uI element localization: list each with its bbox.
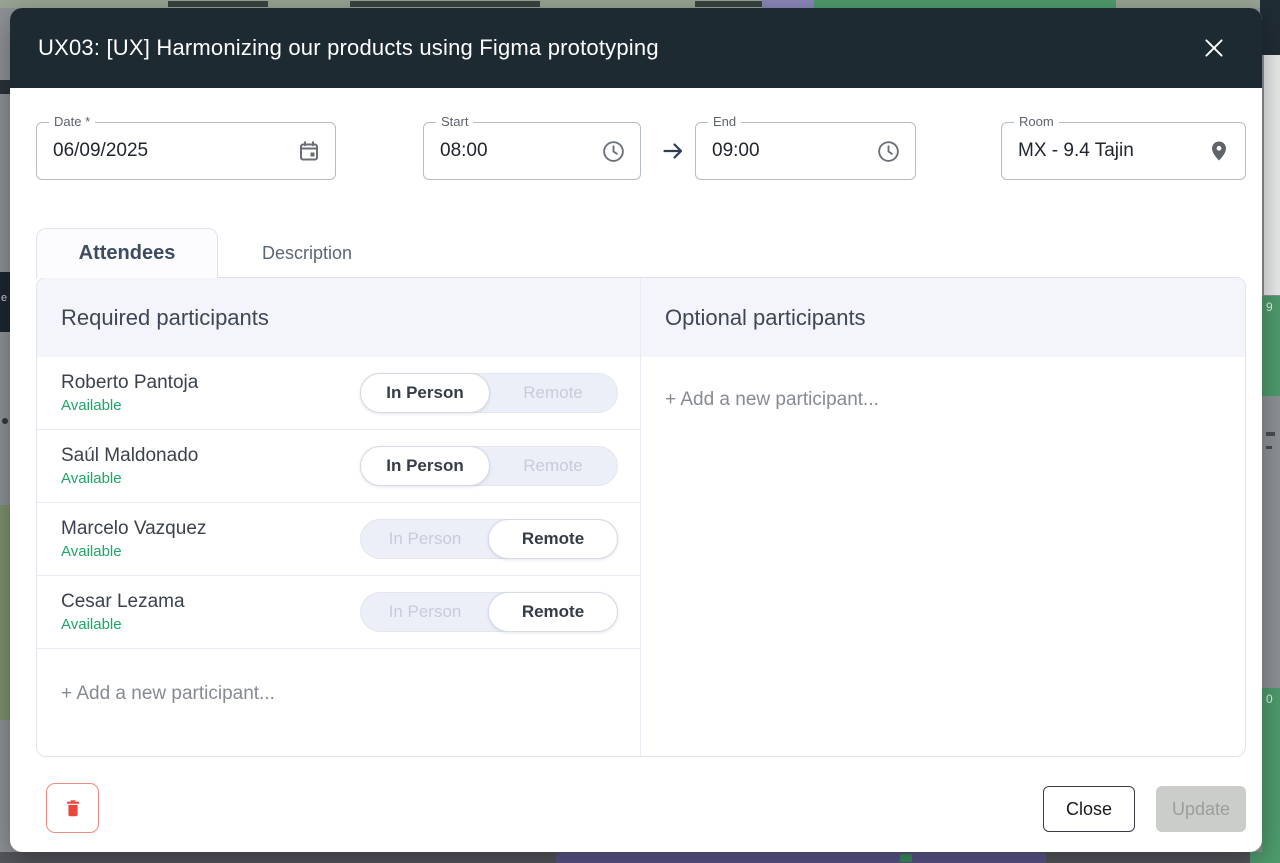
participant-row: Cesar Lezama Available In Person Remote bbox=[37, 576, 640, 649]
start-time-value: 08:00 bbox=[440, 140, 601, 162]
required-participants-column: Required participants Roberto Pantoja Av… bbox=[37, 278, 641, 756]
room-field[interactable]: Room MX - 9.4 Tajin bbox=[1001, 122, 1246, 180]
background-light-block bbox=[1264, 55, 1280, 295]
attendance-mode-toggle[interactable]: In Person Remote bbox=[360, 519, 618, 559]
participant-row: Saúl Maldonado Available In Person Remot… bbox=[37, 430, 640, 503]
optional-participants-column: Optional participants + Add a new partic… bbox=[641, 278, 1245, 756]
end-time-value: 09:00 bbox=[712, 140, 876, 162]
background-text-smudge bbox=[695, 1, 765, 7]
in-person-option[interactable]: In Person bbox=[361, 593, 489, 631]
attendance-mode-toggle[interactable]: In Person Remote bbox=[360, 446, 618, 486]
background-event-green bbox=[1250, 852, 1280, 863]
background-event-green: 9 bbox=[1262, 296, 1280, 396]
background-text-smudge bbox=[455, 1, 540, 7]
update-button[interactable]: Update bbox=[1156, 786, 1246, 832]
participant-availability: Available bbox=[61, 470, 198, 487]
tab-attendees[interactable]: Attendees bbox=[36, 228, 218, 278]
background-text-smudge bbox=[350, 1, 455, 7]
participant-name: Cesar Lezama bbox=[61, 591, 185, 613]
fields-row: Date * 06/09/2025 Start 08:00 bbox=[10, 122, 1262, 180]
remote-option[interactable]: Remote bbox=[488, 519, 618, 559]
screen: 9 0 e UX03: [UX] Harmonizing our product… bbox=[0, 0, 1280, 863]
tab-bar: Attendees Description bbox=[36, 228, 396, 278]
background-event-green: 0 bbox=[1262, 688, 1280, 852]
add-optional-participant-input[interactable]: + Add a new participant... bbox=[641, 357, 1245, 411]
background-event-dark: e bbox=[0, 272, 10, 332]
background-text-smudge bbox=[1266, 432, 1275, 436]
participant-name: Roberto Pantoja bbox=[61, 372, 198, 394]
participant-row: Roberto Pantoja Available In Person Remo… bbox=[37, 357, 640, 430]
close-icon[interactable] bbox=[1196, 30, 1232, 66]
participant-availability: Available bbox=[61, 616, 185, 633]
background-dot bbox=[2, 418, 8, 424]
event-dialog: UX03: [UX] Harmonizing our products usin… bbox=[10, 8, 1262, 852]
tab-description[interactable]: Description bbox=[218, 228, 396, 278]
background-dark-block bbox=[0, 80, 10, 94]
location-pin-icon[interactable] bbox=[1207, 139, 1231, 163]
background-dot bbox=[900, 854, 912, 862]
background-event-purple bbox=[762, 0, 814, 8]
end-time-field[interactable]: End 09:00 bbox=[695, 122, 916, 180]
start-time-field[interactable]: Start 08:00 bbox=[423, 122, 641, 180]
end-time-label: End bbox=[708, 114, 741, 129]
participant-row: Marcelo Vazquez Available In Person Remo… bbox=[37, 503, 640, 576]
clock-icon[interactable] bbox=[876, 139, 901, 164]
clock-icon[interactable] bbox=[601, 139, 626, 164]
date-field[interactable]: Date * 06/09/2025 bbox=[36, 122, 336, 180]
room-field-value: MX - 9.4 Tajin bbox=[1018, 140, 1207, 162]
close-button[interactable]: Close bbox=[1043, 786, 1135, 832]
start-time-label: Start bbox=[436, 114, 473, 129]
background-calendar-left-strip bbox=[0, 8, 10, 863]
add-required-participant-input[interactable]: + Add a new participant... bbox=[37, 649, 640, 705]
in-person-option[interactable]: In Person bbox=[360, 373, 490, 413]
room-field-label: Room bbox=[1014, 114, 1059, 129]
remote-option[interactable]: Remote bbox=[489, 447, 617, 485]
attendance-mode-toggle[interactable]: In Person Remote bbox=[360, 592, 618, 632]
delete-event-button[interactable] bbox=[46, 783, 99, 833]
trash-icon bbox=[62, 796, 84, 820]
remote-option[interactable]: Remote bbox=[488, 592, 618, 632]
background-dark-block bbox=[1260, 0, 1280, 55]
start-end-arrow-icon bbox=[655, 136, 691, 166]
x-icon bbox=[1201, 35, 1227, 61]
participant-name: Marcelo Vazquez bbox=[61, 518, 206, 540]
in-person-option[interactable]: In Person bbox=[361, 520, 489, 558]
attendance-mode-toggle[interactable]: In Person Remote bbox=[360, 373, 618, 413]
calendar-icon[interactable] bbox=[297, 139, 321, 163]
background-text-smudge bbox=[168, 1, 268, 7]
in-person-option[interactable]: In Person bbox=[360, 446, 490, 486]
date-field-value: 06/09/2025 bbox=[53, 140, 297, 162]
dialog-title: UX03: [UX] Harmonizing our products usin… bbox=[38, 35, 1196, 61]
background-event-purple bbox=[556, 852, 1046, 863]
participant-availability: Available bbox=[61, 543, 206, 560]
date-field-label: Date * bbox=[49, 114, 95, 129]
required-participants-header: Required participants bbox=[37, 278, 640, 357]
background-event-green bbox=[0, 505, 10, 720]
attendees-panel: Required participants Roberto Pantoja Av… bbox=[36, 277, 1246, 757]
dialog-header: UX03: [UX] Harmonizing our products usin… bbox=[10, 8, 1262, 88]
participant-availability: Available bbox=[61, 397, 198, 414]
optional-participants-header: Optional participants bbox=[641, 278, 1245, 357]
background-text-smudge bbox=[1266, 446, 1272, 449]
background-event-green bbox=[814, 0, 1116, 8]
participant-name: Saúl Maldonado bbox=[61, 445, 198, 467]
remote-option[interactable]: Remote bbox=[489, 374, 617, 412]
